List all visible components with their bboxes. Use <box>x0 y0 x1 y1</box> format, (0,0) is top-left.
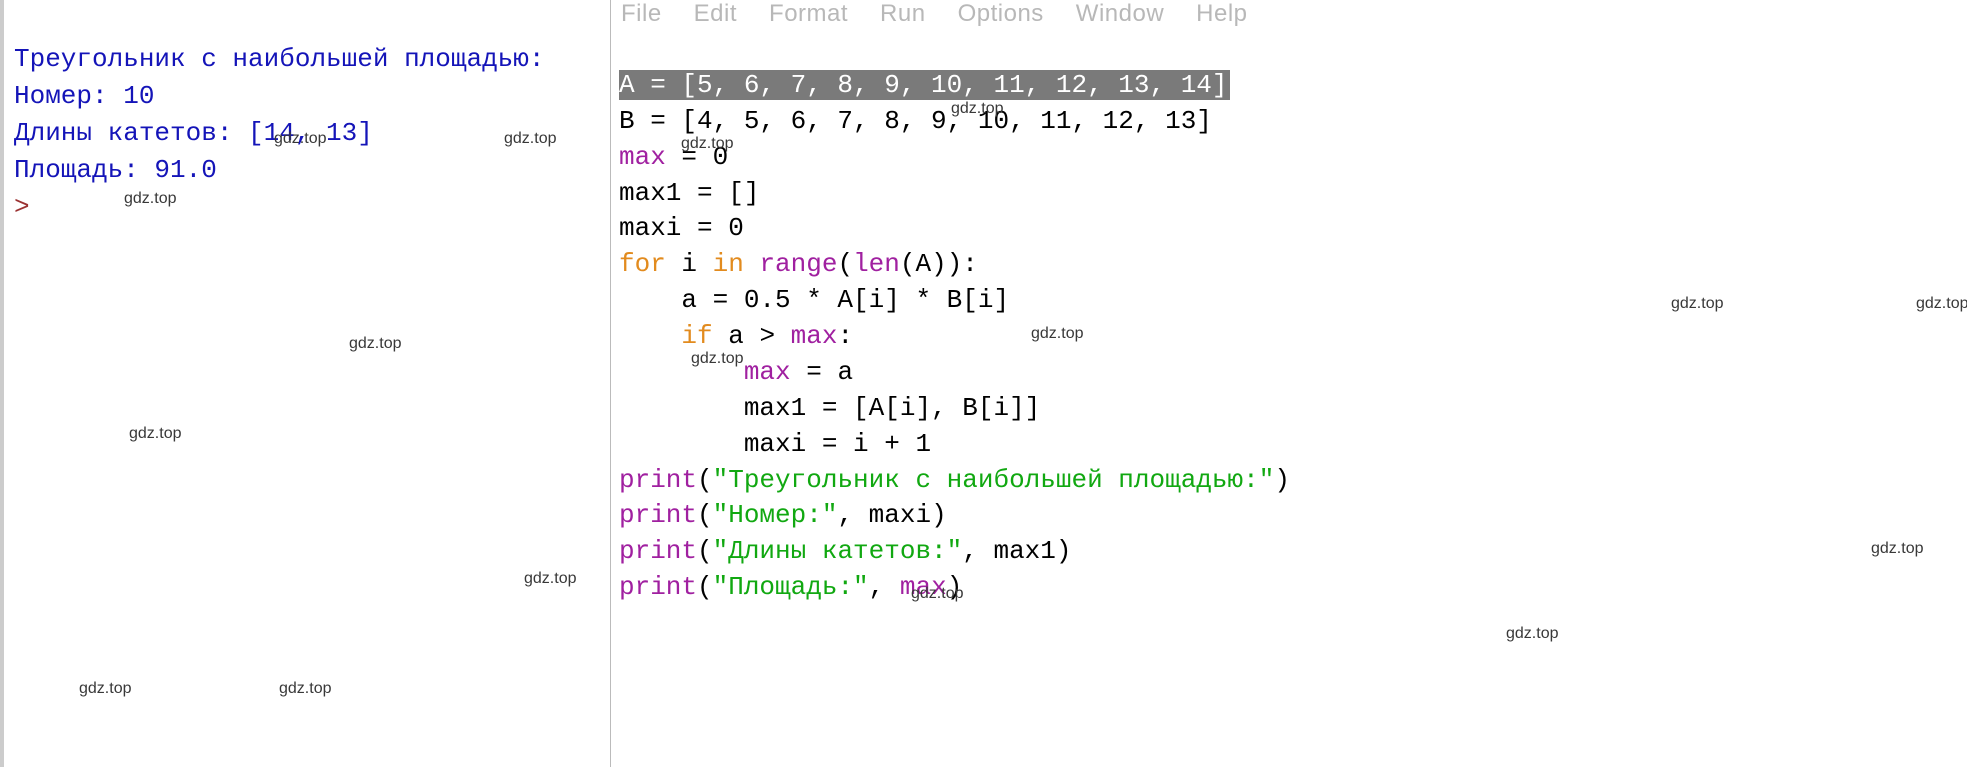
code-token: , maxi) <box>837 500 946 530</box>
code-token: in <box>713 249 744 279</box>
menu-bar: File Edit Format Run Options Window Help <box>611 0 1967 32</box>
code-line: B = [4, 5, 6, 7, 8, 9, 10, 11, 12, 13] <box>619 106 1212 136</box>
code-token: ( <box>697 536 713 566</box>
watermark: gdz.top <box>349 335 401 353</box>
code-token: max <box>619 142 666 172</box>
menu-run[interactable]: Run <box>880 0 926 28</box>
code-token <box>619 357 744 387</box>
code-token: ) <box>1274 465 1290 495</box>
code-token: max <box>791 321 838 351</box>
shell-line: Треугольник с наибольшей площадью: <box>14 44 545 74</box>
code-token: print <box>619 465 697 495</box>
code-token: i <box>666 249 713 279</box>
code-token: ( <box>837 249 853 279</box>
watermark: gdz.top <box>129 425 181 443</box>
menu-edit[interactable]: Edit <box>694 0 737 28</box>
menu-format[interactable]: Format <box>769 0 848 28</box>
shell-pane: Треугольник с наибольшей площадью: Номер… <box>0 0 610 767</box>
code-line: max1 = [] <box>619 178 759 208</box>
code-token: ( <box>697 465 713 495</box>
code-token: print <box>619 572 697 602</box>
code-token: print <box>619 500 697 530</box>
code-token: range <box>759 249 837 279</box>
menu-window[interactable]: Window <box>1076 0 1164 28</box>
code-token: ( <box>697 500 713 530</box>
code-token: len <box>853 249 900 279</box>
code-token: "Длины катетов:" <box>713 536 963 566</box>
shell-line: Длины катетов: [14, 13] <box>14 118 373 148</box>
code-token: max <box>744 357 791 387</box>
code-line: maxi = 0 <box>619 213 744 243</box>
code-token: = 0 <box>666 142 728 172</box>
code-token: , <box>869 572 900 602</box>
menu-options[interactable]: Options <box>958 0 1044 28</box>
code-line: maxi = i + 1 <box>619 429 931 459</box>
shell-output[interactable]: Треугольник с наибольшей площадью: Номер… <box>14 4 610 262</box>
code-token <box>619 321 681 351</box>
code-token: (A)): <box>900 249 978 279</box>
menu-file[interactable]: File <box>621 0 662 28</box>
shell-line: Номер: 10 <box>14 81 154 111</box>
code-token: if <box>681 321 712 351</box>
editor-pane: File Edit Format Run Options Window Help… <box>610 0 1967 767</box>
code-editor[interactable]: A = [5, 6, 7, 8, 9, 10, 11, 12, 13, 14] … <box>611 32 1967 642</box>
code-token: ( <box>697 572 713 602</box>
shell-line: Площадь: 91.0 <box>14 155 217 185</box>
code-line: a = 0.5 * A[i] * B[i] <box>619 285 1009 315</box>
watermark: gdz.top <box>279 680 331 698</box>
code-token: = a <box>791 357 853 387</box>
code-token: "Треугольник с наибольшей площадью:" <box>713 465 1275 495</box>
code-token: for <box>619 249 666 279</box>
code-token: , max1) <box>962 536 1071 566</box>
code-line: max1 = [A[i], B[i]] <box>619 393 1040 423</box>
code-token: max <box>900 572 947 602</box>
code-token <box>744 249 760 279</box>
code-token: ) <box>947 572 963 602</box>
watermark: gdz.top <box>79 680 131 698</box>
code-token: "Номер:" <box>713 500 838 530</box>
shell-prompt: > <box>14 192 30 222</box>
code-line-selected: A = [5, 6, 7, 8, 9, 10, 11, 12, 13, 14] <box>619 70 1230 100</box>
code-token: : <box>837 321 853 351</box>
menu-help[interactable]: Help <box>1196 0 1247 28</box>
watermark: gdz.top <box>524 570 576 588</box>
code-token: "Площадь:" <box>713 572 869 602</box>
code-token: print <box>619 536 697 566</box>
code-token: a > <box>713 321 791 351</box>
